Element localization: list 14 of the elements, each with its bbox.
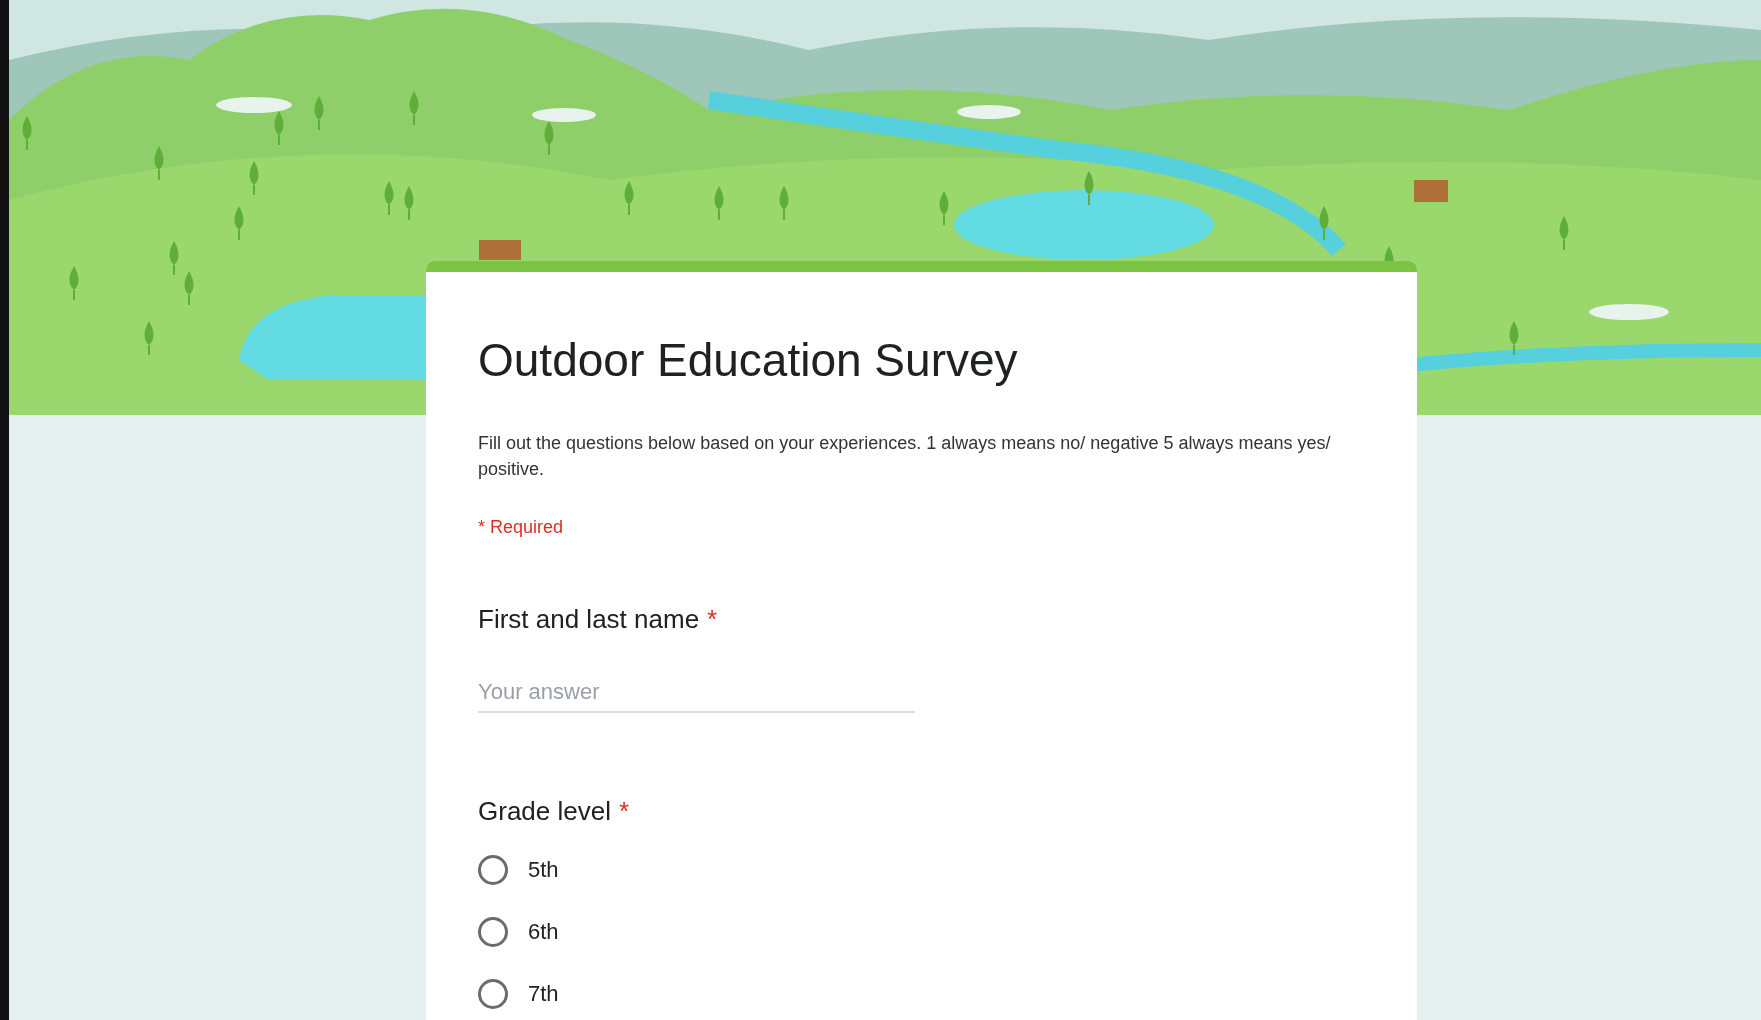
radio-button[interactable] bbox=[478, 855, 508, 886]
form-description: Fill out the questions below based on your experiences. 1 always means no/ negative 5 always means yes/ positive. bbox=[478, 432, 1332, 482]
radio-button[interactable] bbox=[478, 917, 508, 948]
required-note: * Required bbox=[478, 517, 565, 539]
option-label[interactable]: 6th bbox=[528, 919, 559, 946]
form-title: Outdoor Education Survey bbox=[478, 333, 1019, 388]
option-label[interactable]: 7th bbox=[528, 981, 559, 1008]
answer-field[interactable]: Your answer bbox=[478, 675, 915, 714]
option-label[interactable]: 5th bbox=[528, 857, 559, 884]
question-label: Grade level bbox=[478, 796, 611, 828]
radio-button[interactable] bbox=[478, 979, 508, 1010]
question-label: First and last name bbox=[478, 604, 700, 636]
required-asterisk: * bbox=[618, 796, 630, 828]
required-asterisk: * bbox=[707, 604, 718, 636]
